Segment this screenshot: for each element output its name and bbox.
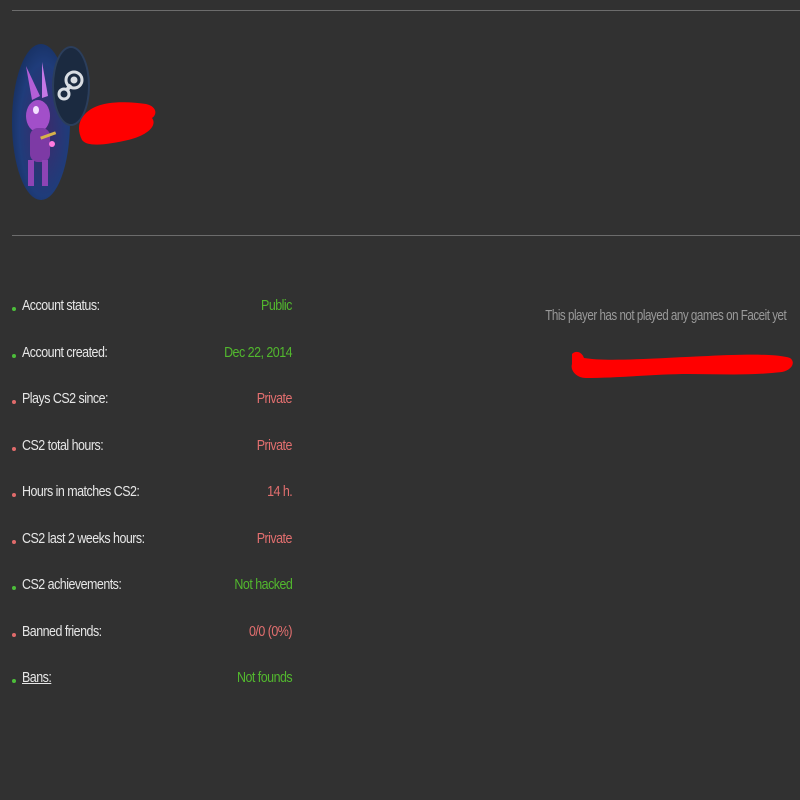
stat-value: Private: [256, 530, 293, 547]
stat-value: Public: [261, 298, 292, 314]
status-dot-icon: [12, 632, 16, 637]
status-dot-icon: [12, 539, 16, 544]
stat-value: Not founds: [236, 670, 293, 686]
stat-row-cs2-total-hours: CS2 total hours: Private: [12, 438, 302, 485]
stat-value: 0/0 (0%): [249, 623, 293, 640]
stat-row-account-status: Account status: Public: [12, 298, 302, 345]
stat-row-account-created: Account created: Dec 22, 2014: [12, 345, 302, 392]
stat-label: Plays CS2 since:: [22, 391, 109, 407]
stat-row-bans: Bans: Not founds: [12, 670, 302, 717]
stat-value: Private: [256, 391, 293, 407]
profile-header: [12, 40, 192, 210]
stat-label: Banned friends:: [22, 623, 102, 640]
faceit-message: This player has not played any games on …: [544, 308, 786, 324]
player-profile-page: Account status: Public Account created: …: [0, 0, 800, 800]
stat-value: Not hacked: [234, 577, 292, 593]
stat-row-plays-cs2-since: Plays CS2 since: Private: [12, 391, 302, 438]
stats-list: Account status: Public Account created: …: [12, 298, 302, 717]
stat-label: CS2 last 2 weeks hours:: [22, 530, 145, 547]
stat-label: Account created:: [22, 344, 108, 361]
status-dot-icon: [12, 307, 16, 311]
status-dot-icon: [12, 493, 16, 497]
stat-row-last-2-weeks-hours: CS2 last 2 weeks hours: Private: [12, 531, 302, 578]
stat-row-cs2-achievements: CS2 achievements: Not hacked: [12, 577, 302, 624]
stat-value: Dec 22, 2014: [224, 344, 293, 361]
redacted-faceit-mark: [571, 351, 793, 378]
section-divider: [12, 235, 800, 236]
top-divider: [12, 10, 800, 11]
status-dot-icon: [12, 586, 16, 590]
status-dot-icon: [12, 679, 16, 683]
stat-label: Hours in matches CS2:: [22, 484, 140, 500]
stat-label: CS2 total hours:: [22, 437, 104, 454]
bans-link[interactable]: Bans:: [22, 670, 52, 686]
status-dot-icon: [12, 400, 16, 404]
stat-label: Account status:: [22, 298, 100, 314]
stat-row-hours-in-matches: Hours in matches CS2: 14 h.: [12, 484, 302, 531]
stat-label: CS2 achievements:: [22, 577, 122, 593]
status-dot-icon: [12, 353, 16, 358]
stat-row-banned-friends: Banned friends: 0/0 (0%): [12, 624, 302, 671]
stat-value: Private: [256, 437, 293, 454]
stat-value: 14 h.: [266, 484, 293, 500]
redacted-username-mark: [79, 102, 156, 145]
status-dot-icon: [12, 446, 16, 451]
